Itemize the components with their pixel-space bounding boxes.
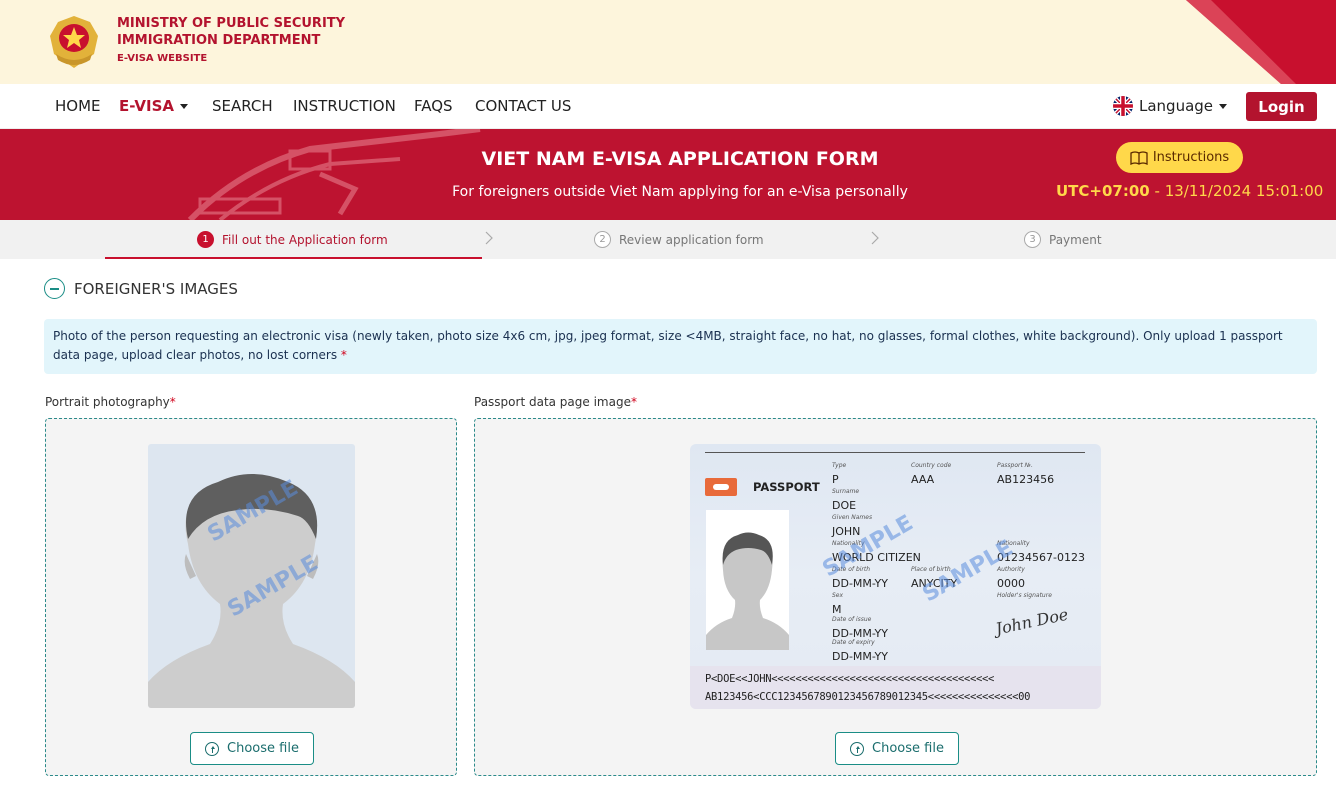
portrait-label-text: Portrait photography xyxy=(45,395,170,409)
upload-icon xyxy=(205,741,220,756)
pp-country: AAA xyxy=(911,473,935,486)
portrait-choose-file-button[interactable]: Choose file xyxy=(190,732,314,765)
nav-evisa[interactable]: E-VISA xyxy=(119,97,188,115)
mrz-line-1: P<DOE<<JOHN<<<<<<<<<<<<<<<<<<<<<<<<<<<<<… xyxy=(705,673,995,685)
police-emblem-icon xyxy=(50,16,98,68)
pp-expiry-label: Date of expiry xyxy=(832,639,875,646)
pp-dob: DD-MM-YY xyxy=(832,577,888,590)
portrait-sample-image: SAMPLE SAMPLE xyxy=(148,444,355,708)
pp-type: P xyxy=(832,473,839,486)
section-title: FOREIGNER'S IMAGES xyxy=(74,279,238,298)
step-label: Fill out the Application form xyxy=(222,232,388,247)
person-silhouette-icon xyxy=(148,474,355,708)
pp-given-label: Given Names xyxy=(832,514,873,521)
passport-label-text: Passport data page image xyxy=(474,395,631,409)
language-selector[interactable]: Language xyxy=(1113,96,1228,116)
pp-given: JOHN xyxy=(832,525,861,538)
passport-top-rule xyxy=(705,452,1085,453)
portrait-label: Portrait photography* xyxy=(45,395,176,409)
nav-contact-us[interactable]: CONTACT US xyxy=(475,97,571,115)
step-fill-form[interactable]: 1 Fill out the Application form xyxy=(197,231,388,248)
pp-sex: M xyxy=(832,603,842,616)
chevron-down-icon xyxy=(179,104,188,109)
required-mark: * xyxy=(169,395,176,409)
uk-flag-icon xyxy=(1113,96,1133,116)
server-clock: UTC+07:00 - 13/11/2024 15:01:00 xyxy=(1056,182,1323,200)
banner-decoration xyxy=(187,129,481,220)
organization-name: MINISTRY OF PUBLIC SECURITY IMMIGRATION … xyxy=(117,15,345,64)
passport-photo xyxy=(706,510,789,650)
nav-instruction[interactable]: INSTRUCTION xyxy=(293,97,396,115)
language-label: Language xyxy=(1139,97,1214,115)
pp-surname-label: Surname xyxy=(832,488,860,495)
collapse-icon[interactable] xyxy=(44,278,65,299)
nav-faqs[interactable]: FAQS xyxy=(414,97,453,115)
step-review[interactable]: 2 Review application form xyxy=(594,231,764,248)
pp-signature-label: Holder's signature xyxy=(997,592,1052,599)
login-button[interactable]: Login xyxy=(1246,92,1317,121)
nav-home[interactable]: HOME xyxy=(55,97,101,115)
mrz-line-2: AB123456<CCC1234567890123456789012345<<<… xyxy=(705,691,1031,703)
clock-timezone: UTC+07:00 xyxy=(1056,182,1150,200)
passport-chip-icon xyxy=(705,478,737,496)
pp-country-label: Country code xyxy=(911,462,952,469)
section-header: FOREIGNER'S IMAGES xyxy=(44,278,238,299)
instructions-button[interactable]: Instructions xyxy=(1116,142,1243,173)
step-number: 2 xyxy=(594,231,611,248)
pp-expiry: DD-MM-YY xyxy=(832,650,888,663)
passport-choose-file-button[interactable]: Choose file xyxy=(835,732,959,765)
pp-issue-label: Date of issue xyxy=(832,616,872,623)
upload-notice: Photo of the person requesting an electr… xyxy=(44,319,1317,374)
book-icon xyxy=(1130,150,1148,165)
nav-evisa-label: E-VISA xyxy=(119,97,174,115)
step-label: Review application form xyxy=(619,232,764,247)
pp-type-label: Type xyxy=(832,462,847,469)
upload-icon xyxy=(850,741,865,756)
pp-authority: 0000 xyxy=(997,577,1025,590)
choose-file-label: Choose file xyxy=(227,741,299,756)
pp-surname: DOE xyxy=(832,499,857,512)
pp-sex-label: Sex xyxy=(832,592,844,599)
pp-number: AB123456 xyxy=(997,473,1055,486)
step-number: 1 xyxy=(197,231,214,248)
passport-dropzone[interactable]: PASSPORT Type P Country code AAA Passpor… xyxy=(474,418,1317,776)
step-label: Payment xyxy=(1049,232,1102,247)
pp-number-label: Passport №. xyxy=(997,462,1033,469)
passport-signature: John Doe xyxy=(993,604,1070,639)
instructions-label: Instructions xyxy=(1152,150,1230,165)
site-header: MINISTRY OF PUBLIC SECURITY IMMIGRATION … xyxy=(0,0,1336,84)
active-step-indicator xyxy=(105,257,482,259)
passport-label: Passport data page image* xyxy=(474,395,637,409)
org-line-2: IMMIGRATION DEPARTMENT xyxy=(117,33,321,48)
pp-authority-label: Authority xyxy=(997,566,1025,573)
notice-text: Photo of the person requesting an electr… xyxy=(53,329,1283,362)
step-payment[interactable]: 3 Payment xyxy=(1024,231,1102,248)
step-number: 3 xyxy=(1024,231,1041,248)
nav-search[interactable]: SEARCH xyxy=(212,97,273,115)
org-line-1: MINISTRY OF PUBLIC SECURITY xyxy=(117,16,346,31)
chevron-right-icon xyxy=(485,231,493,245)
form-banner: VIET NAM E-VISA APPLICATION FORM For for… xyxy=(0,129,1336,220)
required-mark: * xyxy=(340,348,347,362)
clock-datetime: - 13/11/2024 15:01:00 xyxy=(1149,182,1324,200)
main-navigation: HOME E-VISA SEARCH INSTRUCTION FAQS CONT… xyxy=(0,84,1336,129)
person-silhouette-icon xyxy=(706,532,789,650)
progress-steps: 1 Fill out the Application form 2 Review… xyxy=(0,220,1336,259)
required-mark: * xyxy=(630,395,637,409)
portrait-dropzone[interactable]: SAMPLE SAMPLE Choose file xyxy=(45,418,457,776)
passport-heading: PASSPORT xyxy=(753,480,820,494)
chevron-down-icon xyxy=(1219,103,1228,109)
chevron-right-icon xyxy=(871,231,879,245)
passport-sample-image: PASSPORT Type P Country code AAA Passpor… xyxy=(690,444,1101,709)
choose-file-label: Choose file xyxy=(872,741,944,756)
header-corner-decoration xyxy=(1186,0,1336,84)
org-line-3: E-VISA WEBSITE xyxy=(117,53,208,64)
